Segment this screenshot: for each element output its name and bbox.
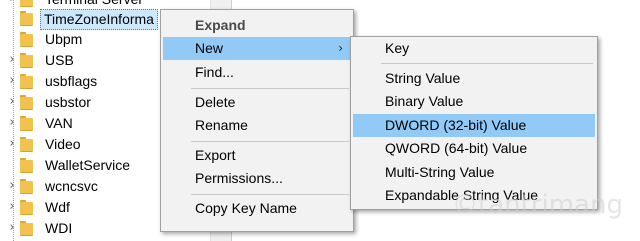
- menu-item-delete[interactable]: Delete: [163, 91, 351, 114]
- menu-item-string-value[interactable]: String Value: [353, 67, 595, 90]
- menu-separator: [381, 63, 593, 64]
- tree-item-label: Video: [45, 136, 81, 152]
- menu-item-multi-string-value[interactable]: Multi-String Value: [353, 161, 595, 184]
- folder-icon: [20, 53, 33, 68]
- menu-item-rename[interactable]: Rename: [163, 114, 351, 137]
- menu-item-export[interactable]: Export: [163, 144, 351, 167]
- new-submenu: Key String Value Binary Value DWORD (32-…: [350, 36, 598, 210]
- folder-icon: [20, 95, 33, 110]
- menu-separator: [191, 141, 349, 142]
- folder-icon: [20, 74, 33, 89]
- chevron-right-icon[interactable]: ›: [6, 73, 18, 89]
- tree-item-label: Wdf: [45, 199, 70, 215]
- tree-item-label: WalletService: [45, 157, 131, 173]
- tree-item-label: wcncsvc: [45, 178, 98, 194]
- menu-item-permissions[interactable]: Permissions...: [163, 167, 351, 190]
- menu-item-dword-value[interactable]: DWORD (32-bit) Value: [353, 114, 595, 137]
- submenu-arrow-icon: ›: [338, 41, 343, 55]
- watermark-logo: ©tantrimang: [452, 190, 623, 220]
- folder-icon: [20, 116, 33, 131]
- tree-item-label: usbflags: [45, 73, 98, 89]
- folder-icon: [20, 179, 33, 194]
- folder-icon: [20, 11, 33, 26]
- chevron-right-icon[interactable]: ›: [6, 136, 18, 152]
- tree-item-label: VAN: [45, 115, 73, 131]
- menu-item-find[interactable]: Find...: [163, 61, 351, 84]
- folder-icon: [20, 200, 33, 215]
- tree-item-label: USB: [45, 52, 74, 68]
- menu-separator: [191, 88, 349, 89]
- menu-item-expand[interactable]: Expand: [163, 14, 351, 37]
- tree-item-label: Ubpm: [45, 31, 83, 47]
- menu-item-binary-value[interactable]: Binary Value: [353, 90, 595, 113]
- tree-item-label: TimeZoneInforma: [40, 9, 158, 30]
- chevron-right-icon[interactable]: ›: [6, 52, 18, 68]
- chevron-right-icon[interactable]: ›: [6, 220, 18, 236]
- tree-item-label: WDI: [45, 220, 73, 236]
- menu-item-new[interactable]: New ›: [163, 37, 351, 60]
- menu-item-qword-value[interactable]: QWORD (64-bit) Value: [353, 137, 595, 160]
- folder-icon: [20, 32, 33, 47]
- menu-item-key[interactable]: Key: [353, 37, 595, 60]
- chevron-right-icon[interactable]: ›: [6, 94, 18, 110]
- folder-icon: [20, 221, 33, 236]
- chevron-right-icon[interactable]: ›: [6, 0, 18, 7]
- context-menu: Expand New › Find... Delete Rename Expor…: [160, 9, 354, 232]
- folder-icon: [20, 137, 33, 152]
- menu-item-copy-key-name[interactable]: Copy Key Name: [163, 197, 351, 220]
- chevron-right-icon[interactable]: ›: [6, 199, 18, 215]
- tree-item-label: usbstor: [45, 94, 91, 110]
- chevron-right-icon[interactable]: ›: [6, 178, 18, 194]
- folder-icon: [20, 0, 33, 7]
- menu-item-label: New: [195, 40, 224, 56]
- chevron-right-icon[interactable]: ›: [6, 115, 18, 131]
- menu-separator: [191, 194, 349, 195]
- folder-icon: [20, 158, 33, 173]
